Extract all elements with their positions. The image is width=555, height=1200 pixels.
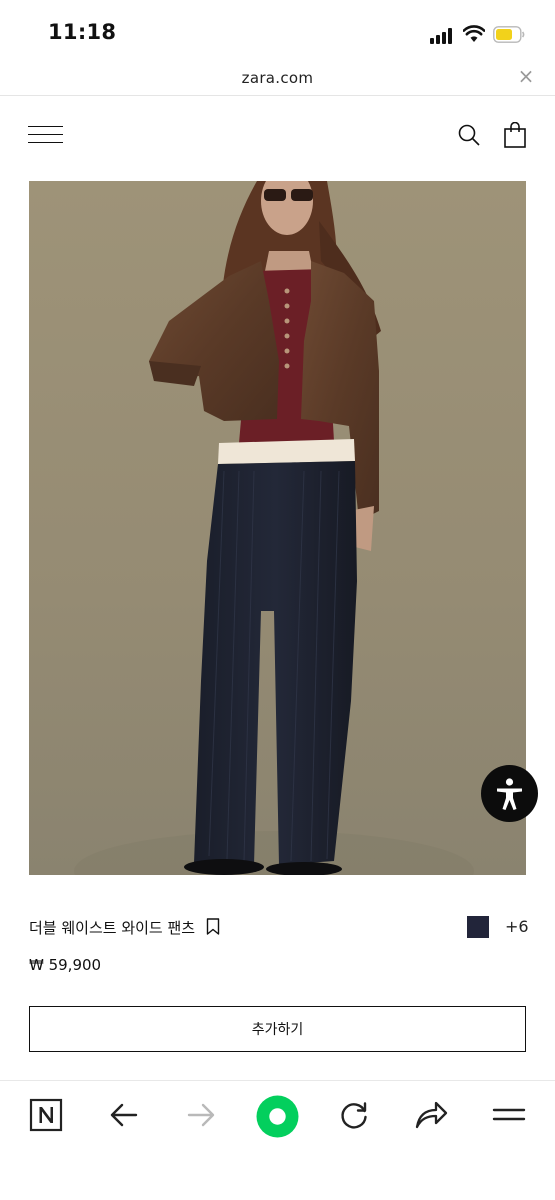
cellular-signal-icon	[430, 28, 456, 44]
hamburger-menu-icon[interactable]	[28, 126, 64, 144]
url-divider	[0, 95, 555, 96]
search-icon[interactable]	[457, 123, 481, 147]
green-home-icon[interactable]	[256, 1095, 299, 1138]
naver-home-icon[interactable]	[26, 1095, 66, 1135]
product-image[interactable]	[29, 181, 526, 875]
add-to-cart-button[interactable]: 추가하기	[29, 1006, 526, 1052]
forward-arrow-icon[interactable]	[181, 1095, 221, 1135]
share-icon[interactable]	[411, 1095, 451, 1135]
more-colors-count[interactable]: +6	[505, 917, 529, 936]
toolbar-divider	[0, 1080, 555, 1081]
product-name[interactable]: 더블 웨이스트 와이드 팬츠	[29, 917, 195, 938]
bookmark-icon[interactable]	[206, 918, 220, 935]
color-swatch[interactable]	[467, 916, 489, 938]
battery-icon	[493, 26, 525, 43]
status-time: 11:18	[48, 20, 117, 44]
accessibility-icon	[497, 778, 522, 810]
product-price: ₩ 59,900	[29, 956, 102, 974]
url-address[interactable]: zara.com	[0, 69, 555, 87]
back-arrow-icon[interactable]	[104, 1095, 144, 1135]
reload-icon[interactable]	[334, 1095, 374, 1135]
menu-icon[interactable]	[489, 1095, 529, 1135]
shopping-bag-icon[interactable]	[503, 122, 527, 148]
close-icon[interactable]: ×	[516, 66, 536, 86]
accessibility-button[interactable]	[481, 765, 538, 822]
wifi-icon	[463, 25, 485, 42]
